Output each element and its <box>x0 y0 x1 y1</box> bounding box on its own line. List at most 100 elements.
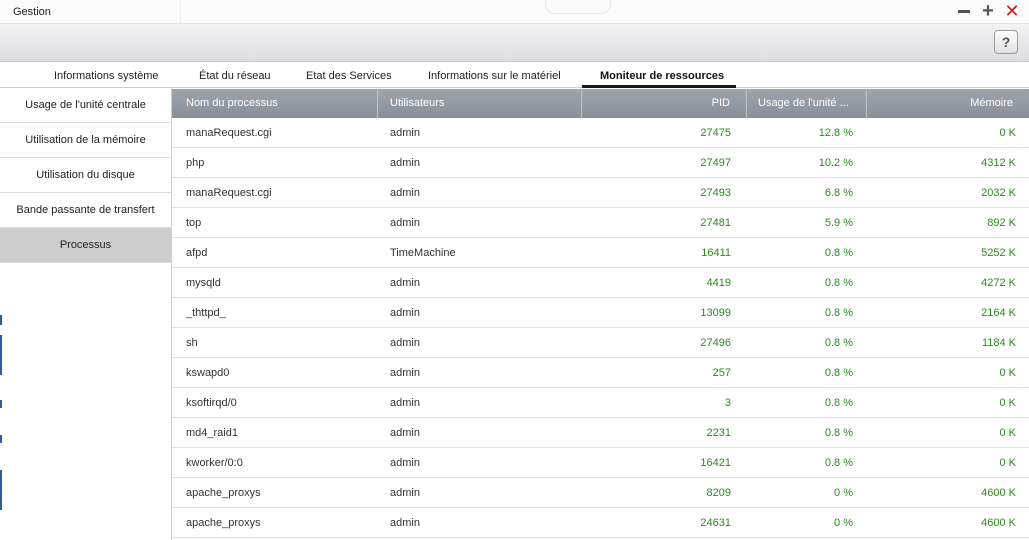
cpu-usage-cell: 0.8 % <box>824 337 853 349</box>
process-name-cell: kswapd0 <box>186 367 230 379</box>
user-cell: TimeMachine <box>390 247 456 259</box>
process-name-cell: kworker/0:0 <box>186 457 243 469</box>
process-name-cell: top <box>186 217 202 229</box>
sidebar-item-cpu-usage[interactable]: Usage de l'unité centrale <box>0 88 171 123</box>
user-cell: admin <box>390 217 420 229</box>
process-name-cell: apache_proxys <box>186 487 261 499</box>
pid-cell: 27493 <box>700 187 731 199</box>
memory-cell: 4600 K <box>981 517 1016 529</box>
user-cell: admin <box>390 397 420 409</box>
user-cell: admin <box>390 427 420 439</box>
process-name-cell: manaRequest.cgi <box>186 127 272 139</box>
cpu-usage-cell: 12.8 % <box>818 127 853 139</box>
header-band: ? <box>0 24 1029 62</box>
process-name-cell: ksoftirqd/0 <box>186 397 237 409</box>
sidebar-item-processes[interactable]: Processus <box>0 228 171 263</box>
cpu-usage-cell: 0.8 % <box>824 277 853 289</box>
user-cell: admin <box>390 127 420 139</box>
table-row[interactable]: kworker/0:0 admin 16421 0.8 % 0 K <box>172 448 1029 478</box>
table-row[interactable]: manaRequest.cgi admin 27475 12.8 % 0 K <box>172 118 1029 148</box>
memory-cell: 0 K <box>999 457 1016 469</box>
table-header: Nom du processus Utilisateurs PID Usage … <box>172 89 1029 118</box>
memory-cell: 0 K <box>999 427 1016 439</box>
user-cell: admin <box>390 157 420 169</box>
background-edge <box>0 335 2 375</box>
background-tab <box>545 0 611 14</box>
user-cell: admin <box>390 337 420 349</box>
table-row[interactable]: md4_raid1 admin 2231 0.8 % 0 K <box>172 418 1029 448</box>
table-row[interactable]: kswapd0 admin 257 0.8 % 0 K <box>172 358 1029 388</box>
pid-cell: 27475 <box>700 127 731 139</box>
sidebar-item-memory-usage[interactable]: Utilisation de la mémoire <box>0 123 171 158</box>
table-row[interactable]: afpd TimeMachine 16411 0.8 % 5252 K <box>172 238 1029 268</box>
cpu-usage-cell: 0.8 % <box>824 367 853 379</box>
sidebar: Usage de l'unité centrale Utilisation de… <box>0 88 172 540</box>
column-header-memory[interactable]: Mémoire <box>867 89 1029 118</box>
sidebar-item-disk-usage[interactable]: Utilisation du disque <box>0 158 171 193</box>
tab-bar: Informations système État du réseau Etat… <box>0 62 1029 88</box>
user-cell: admin <box>390 487 420 499</box>
table-row[interactable]: apache_proxys admin 24631 0 % 4600 K <box>172 508 1029 538</box>
user-cell: admin <box>390 517 420 529</box>
user-cell: admin <box>390 367 420 379</box>
pid-cell: 13099 <box>700 307 731 319</box>
pid-cell: 27497 <box>700 157 731 169</box>
column-header-process-name[interactable]: Nom du processus <box>172 89 378 118</box>
tab-services-status[interactable]: Etat des Services <box>306 70 392 82</box>
process-name-cell: php <box>186 157 205 169</box>
pid-cell: 257 <box>712 367 731 379</box>
table-row[interactable]: _thttpd_ admin 13099 0.8 % 2164 K <box>172 298 1029 328</box>
table-row[interactable]: php admin 27497 10.2 % 4312 K <box>172 148 1029 178</box>
table-row[interactable]: ksoftirqd/0 admin 3 0.8 % 0 K <box>172 388 1029 418</box>
memory-cell: 2032 K <box>981 187 1016 199</box>
user-cell: admin <box>390 277 420 289</box>
cpu-usage-cell: 0 % <box>834 487 853 499</box>
process-table: Nom du processus Utilisateurs PID Usage … <box>172 88 1029 540</box>
maximize-icon[interactable]: + <box>979 1 997 21</box>
process-name-cell: manaRequest.cgi <box>186 187 272 199</box>
process-name-cell: _thttpd_ <box>186 307 226 319</box>
column-header-users[interactable]: Utilisateurs <box>378 89 582 118</box>
table-row[interactable]: apache_proxys admin 8209 0 % 4600 K <box>172 478 1029 508</box>
cpu-usage-cell: 0.8 % <box>824 397 853 409</box>
cpu-usage-cell: 0 % <box>834 517 853 529</box>
memory-cell: 2164 K <box>981 307 1016 319</box>
memory-cell: 5252 K <box>981 247 1016 259</box>
memory-cell: 0 K <box>999 127 1016 139</box>
cpu-usage-cell: 5.9 % <box>824 217 853 229</box>
user-cell: admin <box>390 457 420 469</box>
title-bar: Gestion + ✕ <box>0 0 1029 24</box>
tab-system-info[interactable]: Informations système <box>54 70 159 82</box>
background-edge <box>0 435 2 443</box>
sidebar-item-bandwidth[interactable]: Bande passante de transfert <box>0 193 171 228</box>
background-edge <box>0 400 2 408</box>
cpu-usage-cell: 0.8 % <box>824 457 853 469</box>
table-row[interactable]: mysqld admin 4419 0.8 % 4272 K <box>172 268 1029 298</box>
memory-cell: 4312 K <box>981 157 1016 169</box>
cpu-usage-cell: 10.2 % <box>818 157 853 169</box>
column-header-cpu-usage[interactable]: Usage de l'unité ... <box>747 89 867 118</box>
help-button[interactable]: ? <box>994 30 1018 54</box>
memory-cell: 892 K <box>987 217 1016 229</box>
process-name-cell: apache_proxys <box>186 517 261 529</box>
table-row[interactable]: top admin 27481 5.9 % 892 K <box>172 208 1029 238</box>
pid-cell: 3 <box>724 397 731 409</box>
pid-cell: 2231 <box>706 427 731 439</box>
tab-resource-monitor[interactable]: Moniteur de ressources <box>600 70 724 82</box>
tab-network-status[interactable]: État du réseau <box>199 70 271 82</box>
cpu-usage-cell: 0.8 % <box>824 427 853 439</box>
tab-hardware-info[interactable]: Informations sur le matériel <box>428 70 561 82</box>
memory-cell: 0 K <box>999 367 1016 379</box>
cpu-usage-cell: 0.8 % <box>824 307 853 319</box>
pid-cell: 16411 <box>701 247 731 259</box>
window-title: Gestion <box>13 6 51 18</box>
memory-cell: 1184 K <box>981 337 1016 349</box>
close-icon[interactable]: ✕ <box>1003 2 1021 20</box>
minimize-icon[interactable] <box>955 2 973 20</box>
background-edge <box>0 470 2 510</box>
column-header-pid[interactable]: PID <box>582 89 747 118</box>
table-row[interactable]: manaRequest.cgi admin 27493 6.8 % 2032 K <box>172 178 1029 208</box>
process-name-cell: sh <box>186 337 198 349</box>
user-cell: admin <box>390 307 420 319</box>
table-row[interactable]: sh admin 27496 0.8 % 1184 K <box>172 328 1029 358</box>
